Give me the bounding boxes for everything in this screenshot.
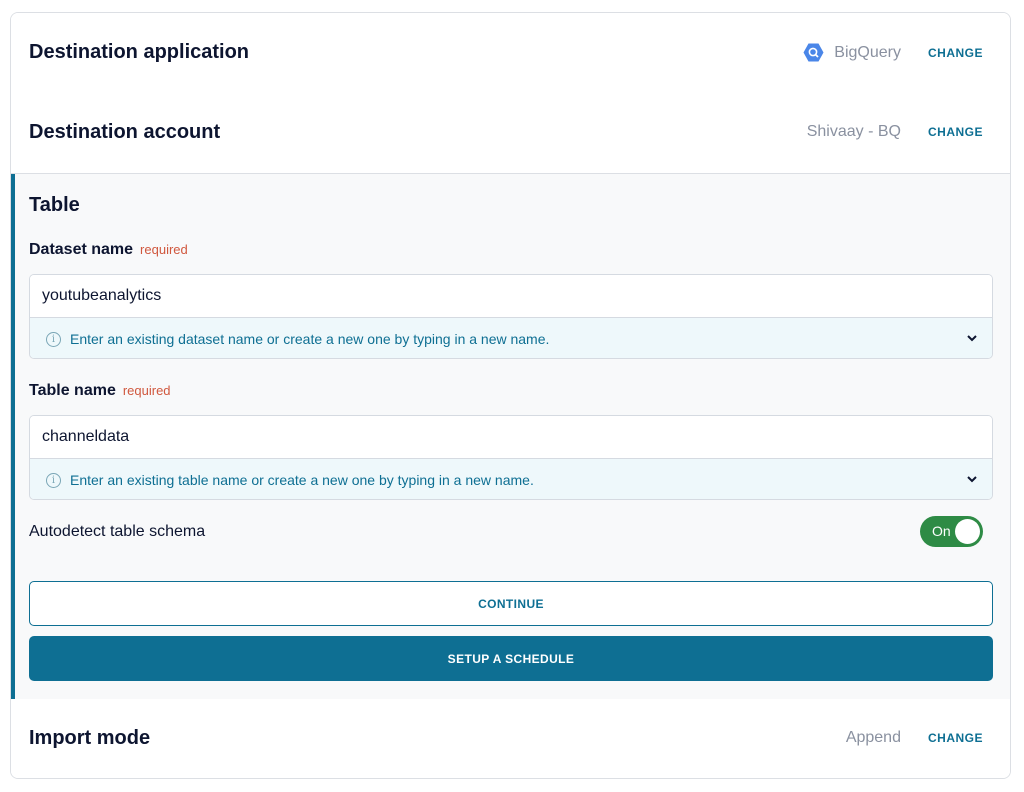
dataset-required-label: required [140, 242, 188, 257]
change-destination-account-button[interactable]: CHANGE [928, 125, 983, 139]
import-mode-title: Import mode [29, 727, 151, 749]
info-icon: i [46, 331, 61, 347]
dataset-name-hint-dropdown[interactable]: i Enter an existing dataset name or crea… [30, 317, 992, 358]
toggle-state-text: On [932, 523, 951, 539]
import-mode-value: Append [845, 729, 901, 746]
destination-application-summary: BigQuery CHANGE [803, 43, 983, 62]
destination-application-title: Destination application [29, 41, 250, 63]
change-destination-application-button[interactable]: CHANGE [928, 46, 983, 60]
autodetect-schema-label: Autodetect table schema [29, 523, 206, 540]
table-name-label: Table name required [29, 382, 171, 400]
table-name-field: i Enter an existing table name or create… [29, 415, 993, 500]
dataset-name-field: i Enter an existing dataset name or crea… [29, 274, 993, 359]
dataset-name-label-text: Dataset name [29, 241, 134, 258]
destination-application-value: BigQuery [803, 43, 901, 62]
destination-config-card: Destination application BigQuery CHANGE … [10, 12, 1011, 779]
dataset-name-hint-text: Enter an existing dataset name or create… [70, 331, 550, 347]
destination-account-row: Destination account Shivaay - BQ CHANGE [11, 93, 1010, 174]
destination-application-row: Destination application BigQuery CHANGE [11, 13, 1010, 94]
table-name-label-text: Table name [29, 382, 116, 399]
table-section: Table Dataset name required i Enter an ex… [11, 174, 1010, 700]
import-mode-row: Import mode Append CHANGE [11, 699, 1010, 778]
destination-account-title: Destination account [29, 121, 221, 143]
table-name-input[interactable] [30, 416, 992, 458]
destination-account-summary: Shivaay - BQ CHANGE [807, 123, 983, 141]
chevron-down-icon [967, 335, 977, 342]
destination-application-name: BigQuery [834, 43, 901, 61]
info-icon: i [46, 472, 61, 488]
continue-button[interactable]: CONTINUE [29, 581, 993, 626]
active-section-indicator [11, 174, 15, 699]
table-name-required-label: required [122, 383, 171, 398]
dataset-name-label: Dataset name required [29, 241, 188, 259]
autodetect-schema-toggle[interactable]: On [920, 516, 983, 547]
change-import-mode-button[interactable]: CHANGE [928, 731, 983, 745]
table-section-title: Table [29, 194, 80, 216]
chevron-down-icon [967, 476, 977, 483]
import-mode-summary: Append CHANGE [846, 729, 983, 747]
toggle-knob [955, 519, 980, 544]
table-name-hint-text: Enter an existing table name or create a… [70, 472, 534, 488]
setup-schedule-button[interactable]: SETUP A SCHEDULE [29, 636, 993, 681]
bigquery-icon [803, 43, 824, 62]
dataset-name-input[interactable] [30, 275, 992, 317]
destination-account-value: Shivaay - BQ [806, 123, 901, 140]
table-name-hint-dropdown[interactable]: i Enter an existing table name or create… [30, 458, 992, 499]
